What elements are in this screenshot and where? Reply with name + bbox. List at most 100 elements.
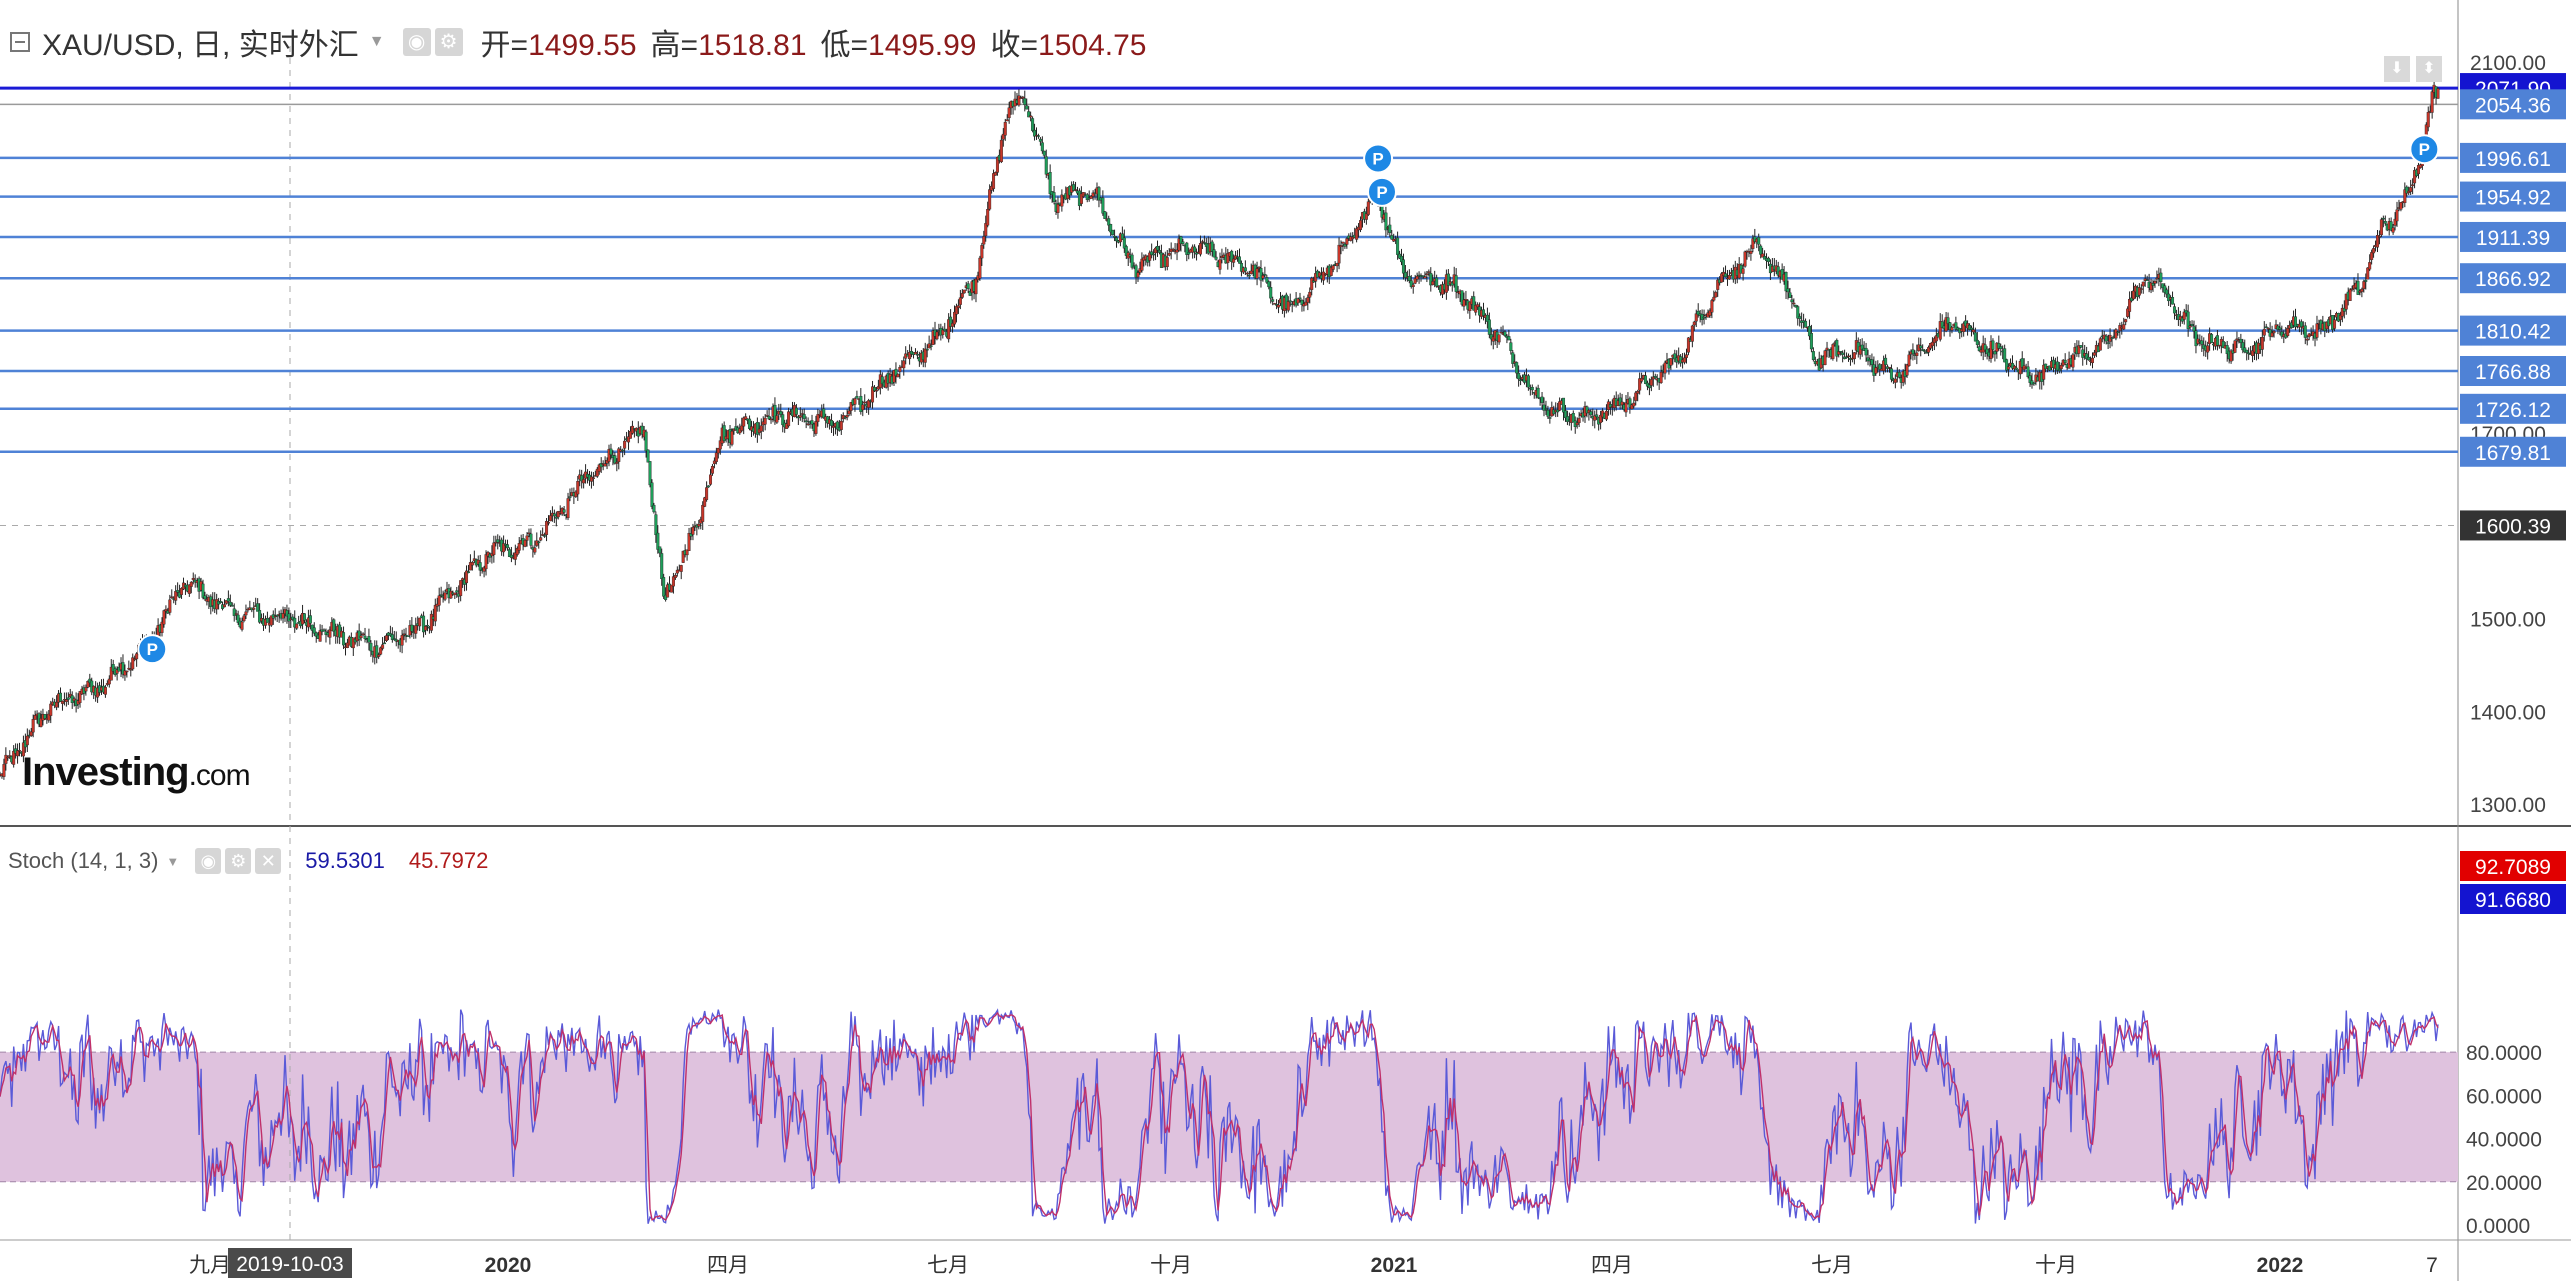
- candle-body: [673, 575, 677, 578]
- eye-icon[interactable]: ◉: [402, 28, 431, 56]
- chevron-down-icon[interactable]: ▼: [166, 854, 179, 869]
- open-value: 开=1499.55: [480, 29, 637, 62]
- candle-body: [2172, 306, 2176, 314]
- time-tick-label: 2020: [485, 1254, 532, 1277]
- candle-body: [1403, 272, 1407, 278]
- candle-body: [1464, 299, 1468, 301]
- candle-body: [103, 687, 107, 695]
- candle-body: [64, 699, 68, 702]
- candle-body: [1310, 277, 1314, 290]
- candle-body: [1907, 354, 1911, 366]
- candle-body: [787, 411, 791, 427]
- candle-body: [615, 462, 619, 464]
- candle-body: [709, 474, 713, 485]
- candle-body: [1884, 357, 1888, 365]
- candle-body: [621, 449, 625, 452]
- candle-body: [135, 653, 139, 660]
- candle-body: [982, 236, 986, 245]
- candle-body: [1277, 304, 1281, 308]
- candle-body: [2262, 328, 2266, 336]
- candle-body: [1519, 379, 1523, 381]
- candle-body: [1969, 327, 1973, 330]
- candle-body: [1415, 276, 1419, 280]
- arrow-down-icon[interactable]: ⬇: [2384, 56, 2410, 82]
- candle-body: [552, 513, 556, 517]
- candle-body: [1530, 386, 1534, 391]
- candle-body: [60, 700, 64, 704]
- candle-body: [763, 417, 767, 425]
- time-tick-label: 十月: [1150, 1254, 1192, 1277]
- candle-body: [535, 540, 539, 546]
- candle-body: [1025, 105, 1029, 110]
- candle-body: [174, 591, 178, 601]
- candle-body: [342, 632, 346, 646]
- candle-body: [1232, 258, 1236, 263]
- candle-body: [377, 654, 381, 657]
- candle-body: [2190, 324, 2194, 327]
- collapse-icon[interactable]: [10, 32, 30, 52]
- candle-body: [1171, 249, 1175, 251]
- candle-body: [2014, 367, 2018, 370]
- candle-body: [2079, 345, 2083, 348]
- candle-body: [1359, 220, 1363, 230]
- candle-body: [170, 596, 174, 598]
- candle-body: [960, 293, 964, 298]
- candle-body: [566, 498, 570, 519]
- candle-body: [830, 420, 834, 426]
- candle-body: [357, 630, 361, 640]
- candle-body: [2436, 88, 2440, 99]
- time-tick-label: 九月: [189, 1254, 231, 1277]
- close-icon[interactable]: ✕: [255, 848, 282, 874]
- candle-body: [6, 756, 10, 759]
- candle-body: [710, 466, 714, 474]
- candle-body: [1245, 272, 1249, 275]
- candle-body: [2272, 331, 2276, 334]
- candle-body: [414, 625, 418, 634]
- candle-body: [603, 463, 607, 467]
- candle-body: [359, 635, 363, 638]
- candle-body: [1390, 235, 1394, 240]
- candle-body: [2091, 357, 2095, 364]
- candle-body: [591, 477, 595, 479]
- candle-body: [2200, 340, 2204, 345]
- candle-body: [16, 750, 20, 757]
- candle-body: [226, 598, 230, 602]
- candle-body: [2333, 319, 2337, 329]
- candle-body: [576, 481, 580, 495]
- stoch-title[interactable]: Stoch (14, 1, 3): [8, 848, 158, 874]
- candle-body: [1481, 309, 1485, 316]
- maximize-icon[interactable]: ⬍: [2416, 56, 2442, 82]
- gear-icon[interactable]: ⚙: [225, 848, 252, 874]
- candle-body: [1659, 371, 1663, 383]
- candle-body: [1101, 197, 1105, 214]
- candle-body: [759, 425, 763, 432]
- candle-body: [418, 617, 422, 627]
- candle-body: [4, 754, 8, 764]
- candle-body: [2395, 209, 2399, 222]
- candle-body: [654, 514, 658, 536]
- eye-icon[interactable]: ◉: [195, 848, 222, 874]
- candle-body: [459, 580, 463, 596]
- candle-body: [2370, 252, 2374, 260]
- price-label-text: 1600.39: [2475, 515, 2551, 538]
- candle-body: [1798, 316, 1802, 319]
- candle-body: [1809, 333, 1813, 350]
- chart-container[interactable]: P P P P 2100.00 1500.00 1400.00 1300.00 1700.00 2…: [0, 0, 2571, 1281]
- candle-body: [2057, 368, 2061, 372]
- candle-body: [2245, 349, 2249, 353]
- gear-icon[interactable]: ⚙: [434, 28, 463, 56]
- candle-body: [1243, 267, 1247, 272]
- candle-body: [1544, 408, 1548, 410]
- chart-canvas[interactable]: PPPP2100.001500.001400.001300.001700.002…: [0, 0, 2571, 1281]
- candle-body: [523, 539, 527, 547]
- symbol-title[interactable]: XAU/USD, 日, 实时外汇: [42, 20, 359, 64]
- chevron-down-icon[interactable]: ▼: [369, 33, 385, 51]
- candle-body: [943, 328, 947, 332]
- candle-body: [1975, 339, 1979, 345]
- candle-body: [2362, 281, 2366, 289]
- marker-label: P: [2419, 140, 2430, 159]
- candle-body: [1562, 397, 1566, 413]
- candle-body: [2092, 352, 2096, 356]
- stoch-tick-label: 20.0000: [2466, 1172, 2542, 1195]
- candle-body: [2059, 365, 2063, 369]
